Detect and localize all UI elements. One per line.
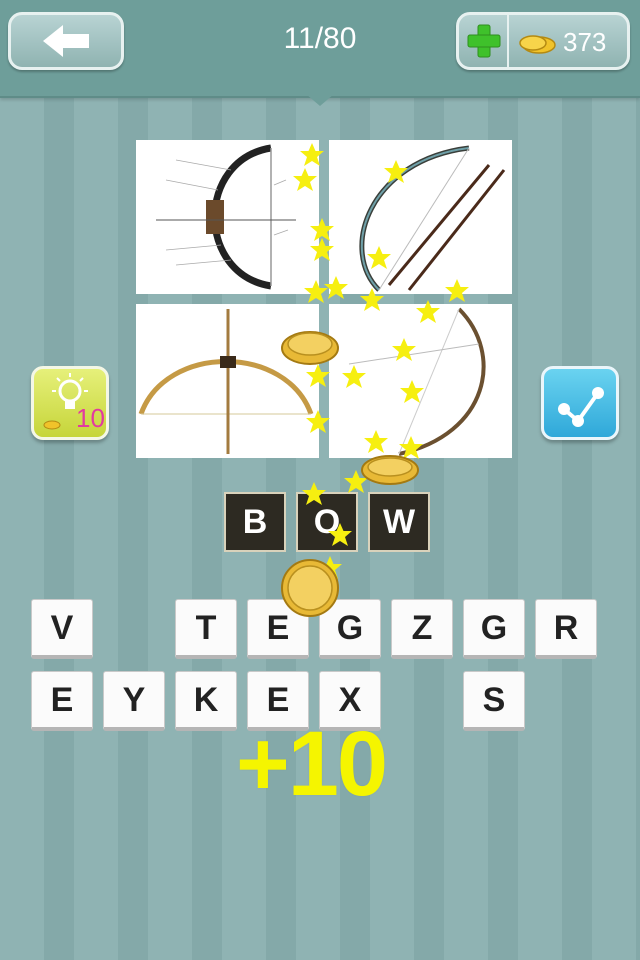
coin-count: 373 xyxy=(563,27,607,57)
back-button[interactable] xyxy=(8,12,124,70)
reward-amount: +10 xyxy=(236,713,388,815)
answer-slot[interactable]: B xyxy=(224,492,286,552)
level-counter: 11/80 xyxy=(283,22,357,55)
share-icon xyxy=(558,387,604,427)
letter-key[interactable]: S xyxy=(463,671,525,731)
letter-key[interactable]: R xyxy=(535,599,597,659)
clue-image-wooden-bow xyxy=(329,304,512,458)
hint-cost: 10 xyxy=(76,403,105,433)
letter-key[interactable]: Y xyxy=(103,671,165,731)
letter-key[interactable]: E xyxy=(247,599,309,659)
plus-icon xyxy=(467,24,501,58)
clue-image-recurve-bow-arrows xyxy=(329,140,512,294)
letter-key[interactable]: G xyxy=(319,599,381,659)
letter-key[interactable]: Z xyxy=(391,599,453,659)
letter-key[interactable]: K xyxy=(175,671,237,731)
letter-key[interactable]: G xyxy=(463,599,525,659)
back-arrow-icon xyxy=(43,25,89,57)
letter-key[interactable]: T xyxy=(175,599,237,659)
header-notch xyxy=(306,94,334,106)
answer-slot[interactable]: O xyxy=(296,492,358,552)
share-button[interactable] xyxy=(541,366,619,440)
answer-slot[interactable]: W xyxy=(368,492,430,552)
buy-coins-button[interactable] xyxy=(461,17,507,65)
clue-image-longbow-arrow xyxy=(136,304,319,458)
letter-key[interactable]: E xyxy=(31,671,93,731)
letter-key[interactable]: V xyxy=(31,599,93,659)
coin-balance: 373 xyxy=(456,12,630,70)
clue-image-compound-bow xyxy=(136,140,319,294)
divider xyxy=(507,15,509,67)
coin-icon xyxy=(519,35,556,54)
hint-button[interactable]: 10 xyxy=(31,366,109,440)
